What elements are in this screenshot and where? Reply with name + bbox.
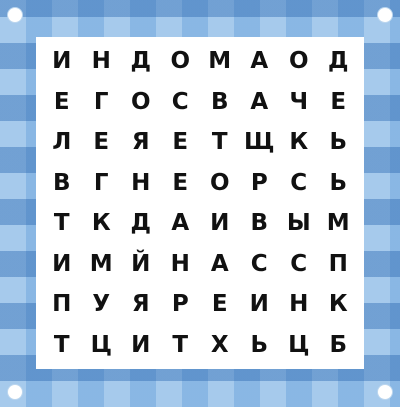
letter-cell[interactable]: Р xyxy=(161,284,201,325)
letter-cell[interactable]: П xyxy=(319,244,359,285)
letter-cell[interactable]: Ь xyxy=(319,122,359,163)
puzzle-frame: И Н Д О М А О Д Е Г О С В А Ч Е Л Е Я Е … xyxy=(0,0,400,407)
letter-cell[interactable]: М xyxy=(82,244,122,285)
letter-cell[interactable]: А xyxy=(161,203,201,244)
letter-cell[interactable]: Х xyxy=(200,325,240,366)
letter-cell[interactable]: Е xyxy=(82,122,122,163)
letter-cell[interactable]: Т xyxy=(161,325,201,366)
letter-cell[interactable]: И xyxy=(42,244,82,285)
word-search-grid: И Н Д О М А О Д Е Г О С В А Ч Е Л Е Я Е … xyxy=(36,37,364,369)
letter-cell[interactable]: Б xyxy=(319,325,359,366)
letter-cell[interactable]: С xyxy=(161,82,201,123)
letter-cell[interactable]: Г xyxy=(82,82,122,123)
letter-cell[interactable]: Н xyxy=(82,41,122,82)
letter-cell[interactable]: А xyxy=(240,82,280,123)
corner-hole-bottom-right xyxy=(378,385,392,399)
letter-cell[interactable]: С xyxy=(279,244,319,285)
letter-cell[interactable]: Й xyxy=(121,244,161,285)
letter-cell[interactable]: Д xyxy=(319,41,359,82)
letter-cell[interactable]: И xyxy=(200,203,240,244)
letter-cell[interactable]: К xyxy=(319,284,359,325)
letter-cell[interactable]: Ц xyxy=(82,325,122,366)
letter-cell[interactable]: Е xyxy=(319,82,359,123)
letter-cell[interactable]: Ь xyxy=(240,325,280,366)
letter-cell[interactable]: Д xyxy=(121,41,161,82)
letter-cell[interactable]: В xyxy=(42,163,82,204)
letter-cell[interactable]: Е xyxy=(161,122,201,163)
letter-cell[interactable]: У xyxy=(82,284,122,325)
letter-cell[interactable]: В xyxy=(240,203,280,244)
corner-hole-bottom-left xyxy=(8,385,22,399)
letter-cell[interactable]: К xyxy=(279,122,319,163)
letter-cell[interactable]: О xyxy=(279,41,319,82)
letter-cell[interactable]: Г xyxy=(82,163,122,204)
letter-cell[interactable]: И xyxy=(42,41,82,82)
letter-cell[interactable]: К xyxy=(82,203,122,244)
letter-cell[interactable]: С xyxy=(240,244,280,285)
letter-cell[interactable]: В xyxy=(200,82,240,123)
letter-cell[interactable]: М xyxy=(200,41,240,82)
letter-cell[interactable]: Н xyxy=(161,244,201,285)
letter-cell[interactable]: Н xyxy=(121,163,161,204)
letter-cell[interactable]: Т xyxy=(200,122,240,163)
letter-cell[interactable]: Е xyxy=(42,82,82,123)
letter-cell[interactable]: Ы xyxy=(279,203,319,244)
letter-cell[interactable]: Ь xyxy=(319,163,359,204)
letter-cell[interactable]: И xyxy=(240,284,280,325)
letter-cell[interactable]: Ц xyxy=(279,325,319,366)
letter-cell[interactable]: М xyxy=(319,203,359,244)
letter-cell[interactable]: Я xyxy=(121,284,161,325)
corner-hole-top-left xyxy=(8,8,22,22)
letter-cell[interactable]: Е xyxy=(161,163,201,204)
letter-cell[interactable]: О xyxy=(121,82,161,123)
letter-cell[interactable]: П xyxy=(42,284,82,325)
letter-cell[interactable]: Щ xyxy=(240,122,280,163)
letter-cell[interactable]: Л xyxy=(42,122,82,163)
letter-cell[interactable]: Т xyxy=(42,203,82,244)
letter-cell[interactable]: Н xyxy=(279,284,319,325)
letter-cell[interactable]: А xyxy=(240,41,280,82)
letter-cell[interactable]: Е xyxy=(200,284,240,325)
letter-cell[interactable]: И xyxy=(121,325,161,366)
letter-cell[interactable]: С xyxy=(279,163,319,204)
letter-cell[interactable]: А xyxy=(200,244,240,285)
letter-cell[interactable]: Ч xyxy=(279,82,319,123)
letter-cell[interactable]: Д xyxy=(121,203,161,244)
letter-cell[interactable]: О xyxy=(161,41,201,82)
corner-hole-top-right xyxy=(378,8,392,22)
letter-cell[interactable]: Я xyxy=(121,122,161,163)
letter-cell[interactable]: Т xyxy=(42,325,82,366)
letter-cell[interactable]: Р xyxy=(240,163,280,204)
letter-cell[interactable]: О xyxy=(200,163,240,204)
